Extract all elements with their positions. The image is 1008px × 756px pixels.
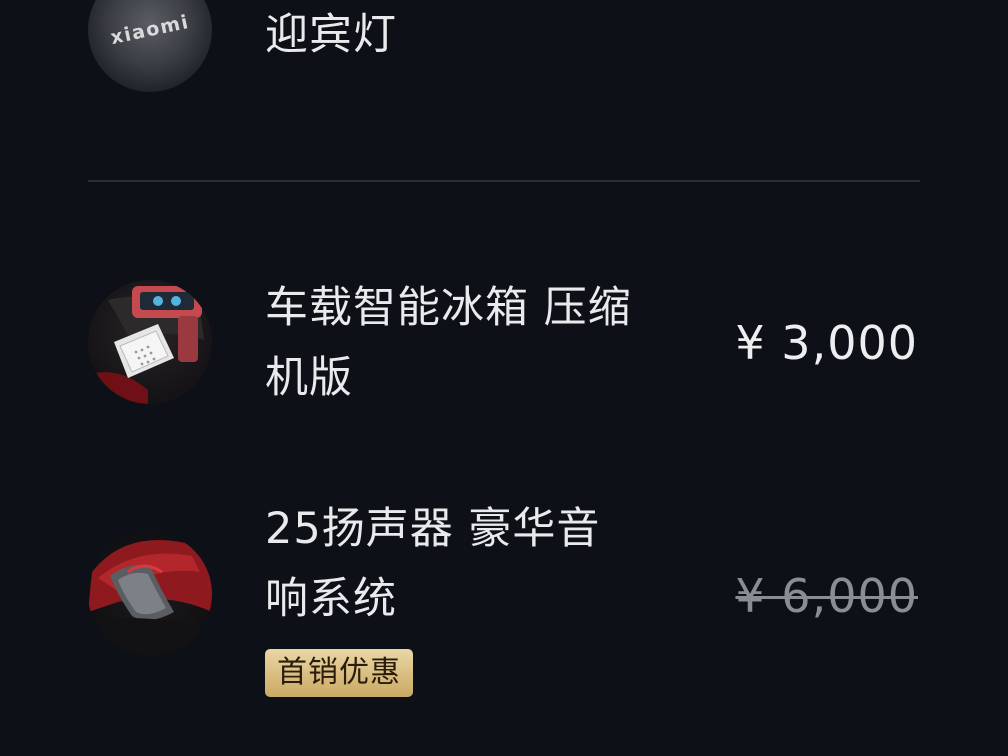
promo-badge: 首销优惠 xyxy=(265,649,413,697)
car-fridge-icon xyxy=(88,280,212,404)
item-price: ¥ 3,000 xyxy=(735,316,918,370)
section-divider xyxy=(88,180,920,182)
red-speaker-icon xyxy=(88,532,212,656)
svg-text:xiaomi: xiaomi xyxy=(109,11,192,49)
xiaomi-logo-icon: xiaomi xyxy=(88,0,212,92)
item-title: 车载智能冰箱 压缩 机版 xyxy=(265,283,632,403)
item-title: 迎宾灯 xyxy=(265,10,397,60)
item-title: 25扬声器 豪华音 响系统 xyxy=(265,504,601,624)
item-price-original: ¥ 6,000 xyxy=(735,569,918,623)
option-list-page: xiaomi 迎宾灯 车载智能冰箱 压缩 机版 ¥ 3,000 25扬声器 豪华… xyxy=(0,0,1008,756)
